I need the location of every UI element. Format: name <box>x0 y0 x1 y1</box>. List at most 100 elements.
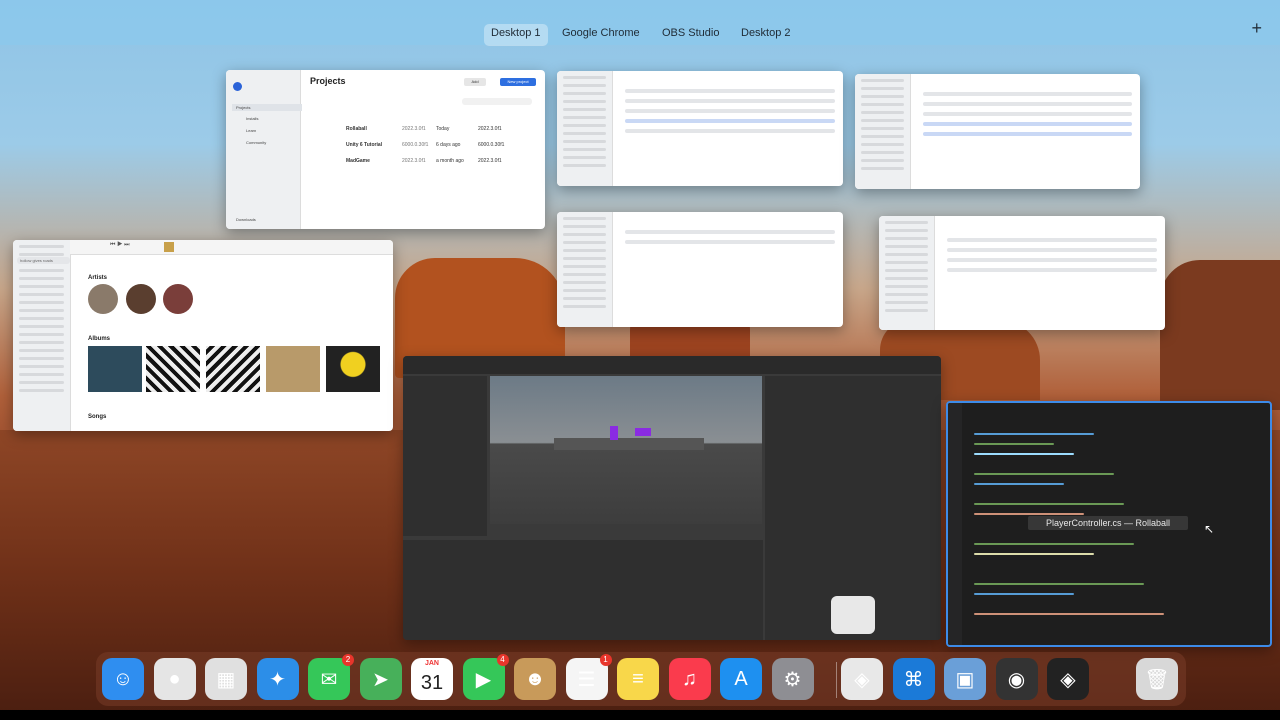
trash-icon[interactable]: 🗑 <box>1136 658 1178 700</box>
project-version: 2022.3.0f1 <box>478 158 502 164</box>
add-space-button[interactable]: + <box>1251 18 1262 39</box>
maps-icon[interactable]: ➤ <box>359 658 402 700</box>
unity-hub-icon[interactable]: ◈ <box>841 658 883 700</box>
code-line <box>974 433 1094 435</box>
album-cover[interactable] <box>326 346 380 392</box>
space-desktop-1[interactable]: Desktop 1 <box>484 24 548 46</box>
finder-window[interactable] <box>557 71 843 186</box>
project-name: Unity 6 Tutorial <box>346 142 383 148</box>
artist-avatar[interactable] <box>163 284 193 314</box>
code-line <box>974 543 1134 545</box>
hierarchy-panel[interactable] <box>403 376 487 536</box>
space-google-chrome[interactable]: Google Chrome <box>555 24 647 46</box>
music-window[interactable]: hollow gives roads ⏮ ▶ ⏭ Artists Albums … <box>13 240 393 431</box>
preview-icon[interactable]: ▣ <box>944 658 986 700</box>
album-cover[interactable] <box>146 346 200 392</box>
table-row[interactable]: MadGame 2022.3.0f1 a month ago 2022.3.0f… <box>306 158 535 170</box>
reminders-icon[interactable]: ☰ 1 <box>565 654 612 700</box>
system-settings-icon[interactable]: ⚙ <box>771 658 814 700</box>
finder-window[interactable] <box>557 212 843 327</box>
mission-control-spaces-bar: Desktop 1 Google Chrome OBS Studio Deskt… <box>0 0 1280 46</box>
page-title: Projects <box>310 76 346 86</box>
project-panel[interactable] <box>403 540 763 640</box>
table-row[interactable]: Unity 6 Tutorial 6000.0.30f1 6 days ago … <box>306 142 535 154</box>
file-list <box>617 83 843 139</box>
code-line <box>974 443 1054 445</box>
mouse-cursor-icon: ↖ <box>1204 522 1215 536</box>
chrome-icon[interactable]: ● <box>153 658 196 700</box>
project-name: Rollaball <box>346 126 367 132</box>
messages-icon[interactable]: ✉ 2 <box>308 654 354 700</box>
albums-heading: Albums <box>88 336 111 342</box>
finder-sidebar <box>855 74 911 189</box>
search-input[interactable]: hollow gives roads <box>17 257 70 264</box>
contacts-icon[interactable]: ☻ <box>514 658 556 700</box>
music-icon[interactable]: ♫ <box>668 658 711 700</box>
hub-nav-community[interactable]: Community <box>246 140 266 145</box>
notes-icon[interactable]: ≡ <box>617 658 659 700</box>
code-line <box>974 593 1074 595</box>
avatar[interactable] <box>233 82 242 91</box>
songs-heading: Songs <box>88 414 107 420</box>
space-desktop-2[interactable]: Desktop 2 <box>734 24 798 46</box>
project-name: MadGame <box>346 158 370 164</box>
code-line <box>974 613 1164 615</box>
project-modified: a month ago <box>436 158 464 164</box>
facetime-icon[interactable]: ▶ 4 <box>462 654 509 700</box>
dock: ☺ ● ▦ ✦ ✉ 2 ➤ JAN 31 ▶ 4 ☻ ☰ 1 ≡ ♫ A ⚙ ◈ ⌘ ▣ ◉ ◈ 🗑 <box>96 652 1186 706</box>
hub-sidebar: Projects Installs Learn Community Downlo… <box>226 70 302 229</box>
new-project-button[interactable]: New project <box>500 78 536 86</box>
launchpad-icon[interactable]: ▦ <box>205 658 247 700</box>
vscode-activity-bar <box>948 403 962 645</box>
finder-window[interactable] <box>855 74 1140 189</box>
code-line <box>974 553 1094 555</box>
code-line <box>974 583 1144 585</box>
ground-plane <box>554 438 704 450</box>
album-cover[interactable] <box>88 346 142 392</box>
window-title-tooltip: PlayerController.cs — Rollaball <box>1028 516 1188 530</box>
unity-hub-window[interactable]: Projects Installs Learn Community Downlo… <box>226 70 545 229</box>
finder-window[interactable] <box>879 216 1165 330</box>
hub-nav-projects[interactable]: Projects <box>232 104 302 111</box>
project-editor: 6000.0.30f1 <box>402 142 429 148</box>
safari-icon[interactable]: ✦ <box>256 658 299 700</box>
hub-nav-learn[interactable]: Learn <box>246 128 256 133</box>
unity-editor-window[interactable] <box>403 356 941 640</box>
project-modified: Today <box>436 126 450 132</box>
unity-icon[interactable]: ◈ <box>1047 658 1089 700</box>
notification-badge: 1 <box>599 654 612 666</box>
search-input[interactable] <box>462 98 532 105</box>
now-playing-artwork <box>164 242 174 252</box>
playback-controls-icon[interactable]: ⏮ ▶ ⏭ <box>110 242 130 249</box>
project-version: 2022.3.0f1 <box>478 126 502 132</box>
inspector-panel[interactable] <box>765 376 941 640</box>
table-row[interactable]: Rollaball 2022.3.0f1 Today 2022.3.0f1 <box>306 126 535 138</box>
album-cover[interactable] <box>206 346 260 392</box>
unity-toolbar <box>403 356 941 374</box>
vscode-icon[interactable]: ⌘ <box>892 658 935 700</box>
code-line <box>974 483 1064 485</box>
add-button[interactable]: Add <box>464 78 486 86</box>
dock-separator <box>836 662 837 698</box>
artist-avatar[interactable] <box>126 284 156 314</box>
artist-avatar[interactable] <box>88 284 118 314</box>
space-obs-studio[interactable]: OBS Studio <box>655 24 726 46</box>
asset-preview <box>831 596 875 634</box>
project-editor: 2022.3.0f1 <box>402 158 426 164</box>
finder-icon[interactable]: ☺ <box>102 658 144 700</box>
music-toolbar: ⏮ ▶ ⏭ <box>70 240 393 255</box>
music-sidebar <box>13 240 71 431</box>
hub-nav-installs[interactable]: Installs <box>246 116 258 121</box>
scene-view[interactable] <box>490 376 762 524</box>
file-list <box>617 224 843 250</box>
hub-downloads[interactable]: Downloads <box>236 217 256 222</box>
code-line <box>974 503 1124 505</box>
calendar-icon[interactable]: JAN 31 <box>411 658 453 700</box>
project-modified: 6 days ago <box>436 142 461 148</box>
player-object <box>635 428 651 436</box>
finder-sidebar <box>879 216 935 330</box>
album-cover[interactable] <box>266 346 320 392</box>
file-list <box>939 232 1165 278</box>
obs-icon[interactable]: ◉ <box>995 658 1038 700</box>
app-store-icon[interactable]: A <box>720 658 762 700</box>
